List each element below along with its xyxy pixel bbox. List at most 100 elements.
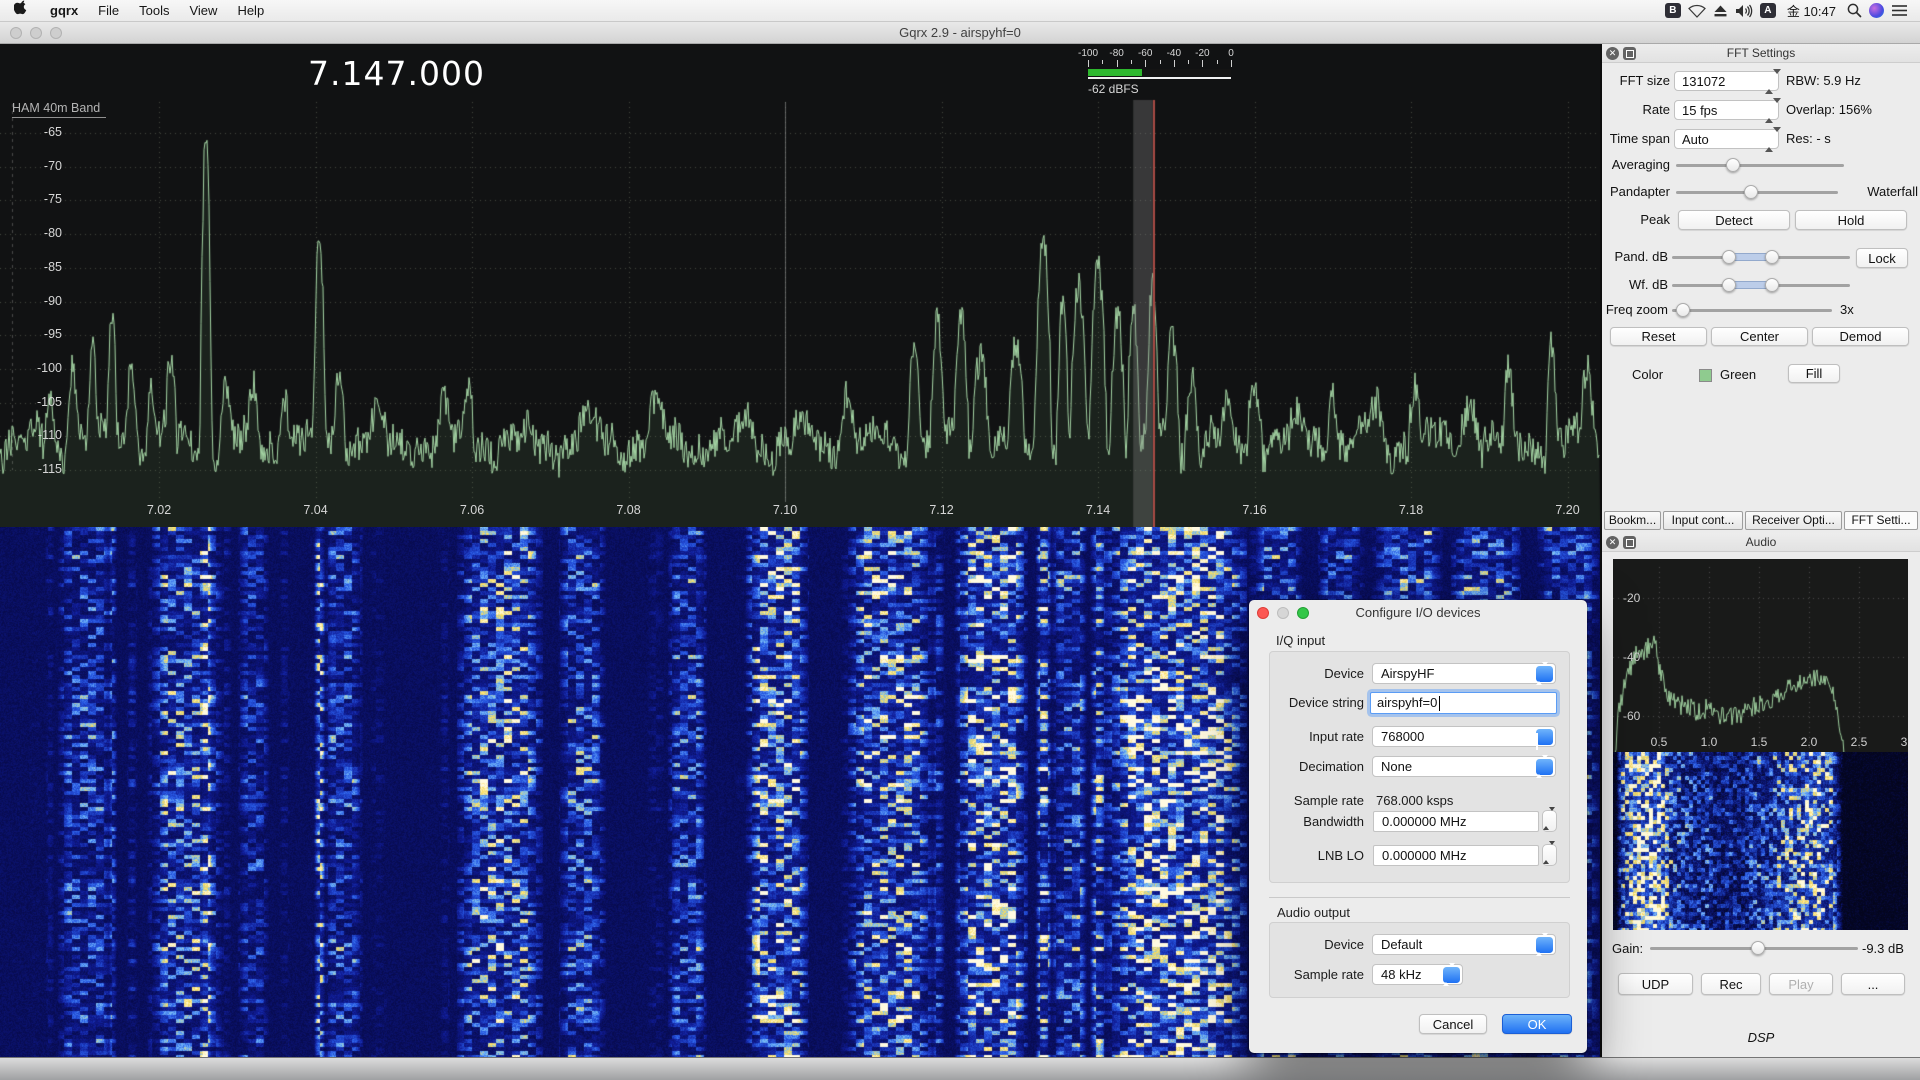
menu-tools[interactable]: Tools: [129, 0, 179, 22]
volume-icon[interactable]: [1735, 4, 1753, 18]
dock-close-icon[interactable]: ✕: [1606, 536, 1619, 549]
device-string-input[interactable]: airspyhf=0: [1370, 692, 1557, 714]
waterfall-db-range-slider[interactable]: [1672, 277, 1850, 293]
audio-waterfall[interactable]: [1613, 752, 1908, 930]
reset-button[interactable]: Reset: [1610, 327, 1707, 346]
input-rate-label: Input rate: [1249, 726, 1364, 747]
lnb-lo-field[interactable]: 0.000000 MHz: [1373, 845, 1539, 866]
tab-receiver-options[interactable]: Receiver Opti...: [1745, 511, 1842, 530]
cancel-button[interactable]: Cancel: [1419, 1014, 1487, 1034]
audio-gain-slider[interactable]: [1650, 940, 1858, 956]
window-close-button[interactable]: [10, 27, 22, 39]
audio-spectrum-plot[interactable]: -20-40-60 0.51.01.52.02.53.0: [1613, 559, 1908, 752]
dialog-minimize-button[interactable]: [1277, 607, 1289, 619]
device-label: Device: [1249, 663, 1364, 684]
wifi-icon[interactable]: [1688, 4, 1706, 18]
freq-axis-tick: 7.20: [1538, 503, 1598, 517]
menu-file[interactable]: File: [88, 0, 129, 22]
spotlight-search-icon[interactable]: [1847, 3, 1862, 18]
meter-tick-label: -60: [1138, 48, 1152, 59]
fft-size-select[interactable]: 131072: [1674, 71, 1779, 91]
audio-device-label: Device: [1249, 934, 1364, 955]
notification-center-icon[interactable]: [1891, 4, 1908, 17]
audio-device-select[interactable]: Default: [1372, 934, 1556, 955]
menubar-app-icon[interactable]: B: [1665, 3, 1681, 18]
stepper-arrows-icon: [1765, 74, 1774, 89]
freq-zoom-slider[interactable]: [1672, 302, 1832, 318]
apple-menu[interactable]: [0, 0, 40, 22]
color-value: Green: [1720, 365, 1756, 385]
pandapter-lock-button[interactable]: Lock: [1856, 248, 1908, 268]
lnb-lo-stepper[interactable]: [1542, 844, 1557, 866]
pandapter-waterfall-split-slider[interactable]: [1676, 184, 1838, 200]
audio-freq-tick: 1.5: [1742, 735, 1776, 749]
frequency-display[interactable]: 7.147.000: [308, 54, 485, 93]
decimation-select[interactable]: None: [1372, 756, 1556, 777]
desktop-bottom-edge: [0, 1057, 1920, 1080]
time-span-select[interactable]: Auto: [1674, 129, 1779, 149]
window-minimize-button[interactable]: [30, 27, 42, 39]
meter-bar-fill: [1088, 69, 1142, 76]
ok-button[interactable]: OK: [1502, 1014, 1572, 1034]
audio-freq-tick: 3.0: [1892, 735, 1908, 749]
audio-db-tick: -20: [1623, 591, 1640, 605]
menubar-clock[interactable]: 金 10:47: [1783, 1, 1840, 20]
rate-select[interactable]: 15 fps: [1674, 100, 1779, 120]
db-axis-tick: -105: [8, 395, 62, 409]
gain-label: Gain:: [1612, 939, 1643, 959]
input-rate-select[interactable]: 768000: [1372, 726, 1556, 747]
db-axis-tick: -65: [8, 125, 62, 139]
tab-input-controls[interactable]: Input cont...: [1663, 511, 1743, 530]
demod-button[interactable]: Demod: [1812, 327, 1909, 346]
audio-panel-header: ✕ Audio: [1602, 533, 1920, 552]
dropdown-arrow-icon: [1536, 729, 1553, 745]
fft-color-swatch[interactable]: [1699, 369, 1712, 382]
siri-icon[interactable]: [1869, 3, 1884, 18]
audio-options-button[interactable]: ...: [1841, 973, 1905, 995]
window-zoom-button[interactable]: [50, 27, 62, 39]
audio-db-tick: -60: [1623, 709, 1640, 723]
bandwidth-field[interactable]: 0.000000 MHz: [1373, 811, 1539, 832]
dialog-zoom-button[interactable]: [1297, 607, 1309, 619]
peak-hold-button[interactable]: Hold: [1795, 210, 1907, 230]
audio-rate-select[interactable]: 48 kHz: [1372, 964, 1463, 985]
text-cursor: [1439, 696, 1440, 711]
meter-tick-label: -40: [1167, 48, 1181, 59]
pandapter-db-range-slider[interactable]: [1672, 249, 1850, 265]
device-select[interactable]: AirspyHF: [1372, 663, 1556, 684]
pandapter-db-label: Pand. dB: [1602, 249, 1668, 265]
bandwidth-stepper[interactable]: [1542, 810, 1557, 832]
meter-bar-track: [1088, 69, 1231, 76]
dock-float-icon[interactable]: [1623, 47, 1636, 60]
tab-bookmarks[interactable]: Bookm...: [1604, 511, 1661, 530]
eject-icon[interactable]: [1713, 4, 1728, 18]
screen: gqrx File Tools View Help B A 金 10:47 Gq…: [0, 0, 1920, 1080]
peak-detect-button[interactable]: Detect: [1678, 210, 1790, 230]
menu-help[interactable]: Help: [227, 0, 274, 22]
dsp-status-label: DSP: [1602, 1028, 1920, 1048]
play-button[interactable]: Play: [1769, 973, 1833, 995]
audio-rate-label: Sample rate: [1249, 964, 1364, 985]
pandapter-spectrum-plot[interactable]: [0, 44, 1600, 527]
peak-label: Peak: [1602, 210, 1670, 230]
center-button[interactable]: Center: [1711, 327, 1808, 346]
averaging-slider[interactable]: [1676, 157, 1844, 173]
menu-app-name[interactable]: gqrx: [40, 0, 88, 22]
rec-button[interactable]: Rec: [1701, 973, 1761, 995]
menu-view[interactable]: View: [179, 0, 227, 22]
lnb-lo-label: LNB LO: [1249, 845, 1364, 866]
device-string-label: Device string: [1249, 692, 1364, 713]
input-source-icon[interactable]: A: [1760, 3, 1776, 18]
fill-button[interactable]: Fill: [1788, 364, 1840, 383]
tab-fft-settings[interactable]: FFT Setti...: [1844, 511, 1918, 530]
audio-db-tick: -40: [1623, 650, 1640, 664]
dock-float-icon[interactable]: [1623, 536, 1636, 549]
meter-baseline: [1088, 77, 1231, 79]
dock-close-icon[interactable]: ✕: [1606, 47, 1619, 60]
averaging-label: Averaging: [1602, 157, 1670, 173]
dialog-close-button[interactable]: [1257, 607, 1269, 619]
freq-axis-tick: 7.12: [912, 503, 972, 517]
audio-freq-tick: 2.0: [1792, 735, 1826, 749]
window-title: Gqrx 2.9 - airspyhf=0: [0, 22, 1920, 43]
udp-button[interactable]: UDP: [1618, 973, 1693, 995]
